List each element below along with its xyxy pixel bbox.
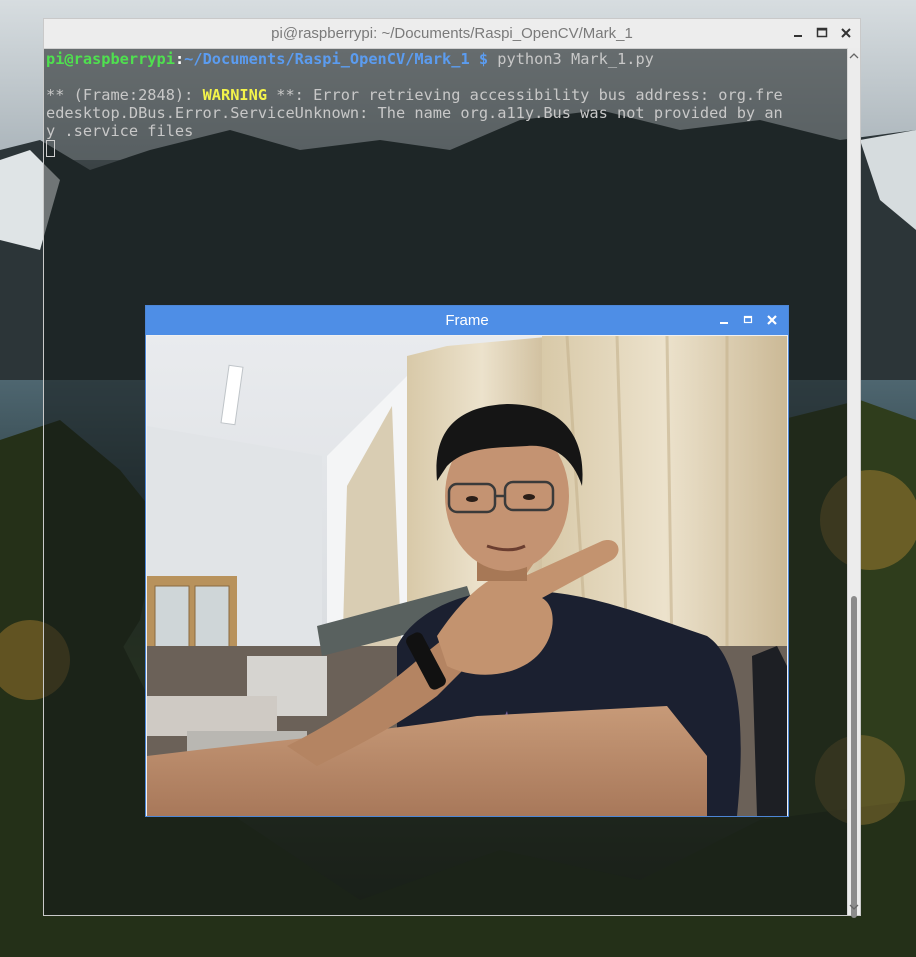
warning-label: WARNING	[202, 86, 268, 104]
text-cursor	[46, 140, 55, 157]
prompt-path: ~/Documents/Raspi_OpenCV/Mark_1	[184, 50, 470, 68]
scroll-down-arrow-icon[interactable]	[848, 901, 860, 913]
close-icon[interactable]	[836, 23, 856, 43]
terminal-scrollbar[interactable]	[847, 48, 860, 918]
terminal-title: pi@raspberrypi: ~/Documents/Raspi_OpenCV…	[271, 25, 633, 42]
minimize-icon[interactable]	[788, 23, 808, 43]
warning-message-line1: **: Error retrieving accessibility bus a…	[267, 86, 783, 104]
prompt-separator: :	[174, 50, 185, 68]
maximize-icon[interactable]	[738, 310, 758, 330]
frame-window[interactable]: Frame	[145, 305, 789, 817]
camera-frame-image	[147, 336, 787, 816]
close-icon[interactable]	[762, 310, 782, 330]
prompt-symbol: $	[478, 50, 489, 68]
prompt-user: pi@raspberrypi	[46, 50, 175, 68]
frame-titlebar[interactable]: Frame	[146, 306, 788, 335]
minimize-icon[interactable]	[714, 310, 734, 330]
maximize-icon[interactable]	[812, 23, 832, 43]
terminal-titlebar[interactable]: pi@raspberrypi: ~/Documents/Raspi_OpenCV…	[44, 19, 860, 49]
frame-title: Frame	[445, 312, 489, 329]
warning-message-line3: y .service files	[46, 122, 194, 140]
command-text: python3 Mark_1.py	[488, 50, 654, 68]
warning-message-line2: edesktop.DBus.Error.ServiceUnknown: The …	[46, 104, 783, 122]
warning-prefix: ** (Frame:2848):	[46, 86, 203, 104]
scrollbar-thumb[interactable]	[851, 596, 857, 918]
scroll-up-arrow-icon[interactable]	[848, 50, 860, 62]
